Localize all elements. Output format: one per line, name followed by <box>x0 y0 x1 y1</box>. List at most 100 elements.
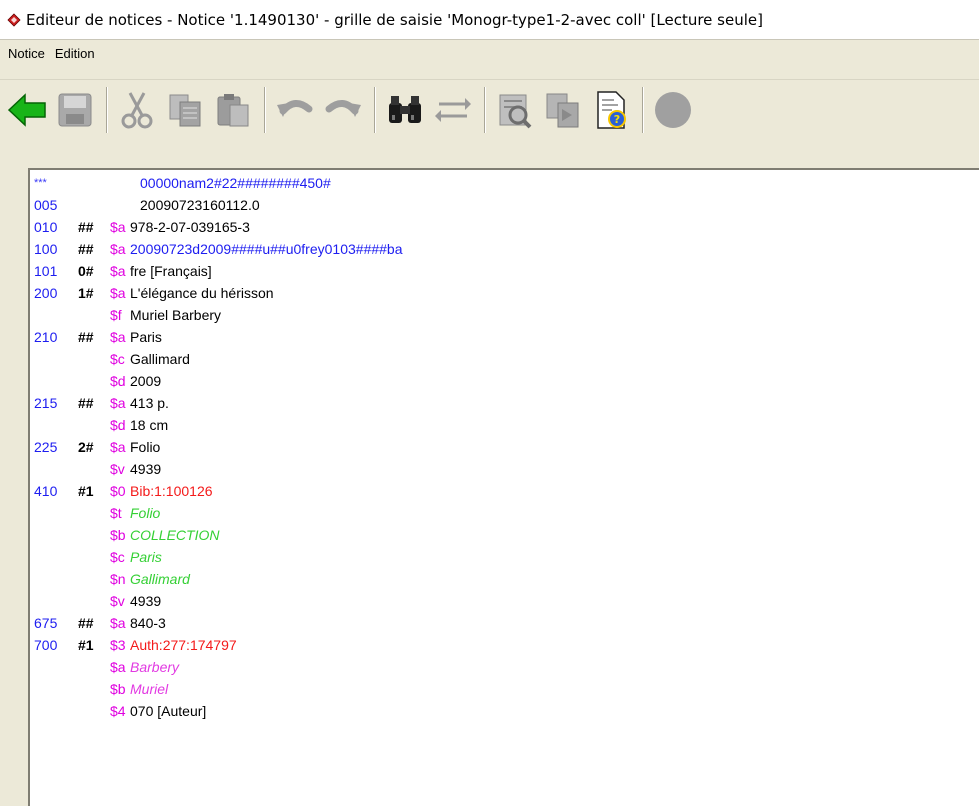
help-button[interactable]: ? <box>588 87 634 133</box>
subfield-value: 20090723d2009####u##u0frey0103####ba <box>130 241 403 257</box>
duplicate-icon <box>546 93 579 128</box>
menu-edition[interactable]: Edition <box>51 46 101 61</box>
subfield-code: $a <box>110 285 126 301</box>
replace-button[interactable] <box>430 87 476 133</box>
copy-button[interactable] <box>162 87 208 133</box>
field-indicators: ## <box>78 219 94 235</box>
duplicate-button[interactable] <box>540 87 586 133</box>
field-indicators: ## <box>78 329 94 345</box>
subfield-code: $0 <box>110 483 126 499</box>
leader-value: 00000nam2#22########450# <box>140 175 331 191</box>
field-tag: 410 <box>34 483 58 499</box>
redo-button[interactable] <box>320 87 366 133</box>
toolbar-separator <box>264 87 266 133</box>
toolbar-separator <box>374 87 376 133</box>
subfield-code: $a <box>110 263 126 279</box>
paste-button[interactable] <box>210 87 256 133</box>
field-indicators: #1 <box>78 637 94 653</box>
subfield-code: $c <box>110 549 125 565</box>
toolbar-separator <box>642 87 644 133</box>
field-tag: 200 <box>34 285 58 301</box>
subfield-code: $n <box>110 571 126 587</box>
subfield-value: 840-3 <box>130 615 166 631</box>
subfield-value: 2009 <box>130 373 162 389</box>
subfield-value: 070 [Auteur] <box>130 703 207 719</box>
window-title: Editeur de notices - Notice '1.1490130' … <box>26 10 763 29</box>
subfield-value: Muriel <box>130 681 169 697</box>
field-indicators: #1 <box>78 483 94 499</box>
subfield-value: Bib:1:100126 <box>130 483 213 499</box>
back-arrow-icon <box>7 93 46 127</box>
subfield-value: Gallimard <box>130 351 190 367</box>
replace-icon <box>435 98 471 122</box>
toolbar-separator <box>484 87 486 133</box>
menu-notice[interactable]: Notice <box>4 46 51 61</box>
menu-bar: Notice Edition <box>0 40 979 80</box>
cut-button[interactable] <box>114 87 160 133</box>
field-tag: 005 <box>34 197 58 213</box>
save-button[interactable] <box>52 87 98 133</box>
svg-text:?: ? <box>614 113 620 126</box>
subfield-code: $a <box>110 659 126 675</box>
view-button[interactable] <box>492 87 538 133</box>
title-bar: Editeur de notices - Notice '1.1490130' … <box>0 0 979 40</box>
subfield-code: $3 <box>110 637 126 653</box>
subfield-value: Gallimard <box>130 571 190 587</box>
view-icon <box>499 94 532 129</box>
field-tag: 010 <box>34 219 58 235</box>
field-tag: 100 <box>34 241 58 257</box>
subfield-value: 413 p. <box>130 395 169 411</box>
subfield-code: $a <box>110 241 126 257</box>
subfield-value: 18 cm <box>130 417 169 433</box>
field-indicators: 1# <box>78 285 94 301</box>
subfield-value: L'élégance du hérisson <box>130 285 274 301</box>
field-tag: 215 <box>34 395 58 411</box>
save-icon <box>58 93 92 127</box>
subfield-code: $v <box>110 593 125 609</box>
subfield-value: 4939 <box>130 461 162 477</box>
field-indicators: ## <box>78 241 94 257</box>
status-button[interactable] <box>650 87 696 133</box>
find-icon <box>389 96 421 123</box>
field-tag: 210 <box>34 329 58 345</box>
leader-tag: *** <box>34 177 47 189</box>
subfield-value: 4939 <box>130 593 162 609</box>
subfield-code: $t <box>110 505 122 521</box>
subfield-code: $a <box>110 395 126 411</box>
subfield-value: Paris <box>130 549 162 565</box>
subfield-value: fre [Français] <box>130 263 212 279</box>
subfield-code: $4 <box>110 703 126 719</box>
subfield-value: Folio <box>130 439 161 455</box>
cut-icon <box>121 92 153 129</box>
subfield-value: 20090723160112.0 <box>140 197 260 213</box>
field-tag: 101 <box>34 263 58 279</box>
subfield-code: $a <box>110 219 126 235</box>
subfield-code: $a <box>110 329 126 345</box>
subfield-code: $d <box>110 417 126 433</box>
undo-button[interactable] <box>272 87 318 133</box>
subfield-value: Auth:277:174797 <box>130 637 237 653</box>
field-indicators: ## <box>78 395 94 411</box>
find-button[interactable] <box>382 87 428 133</box>
field-indicators: 2# <box>78 439 94 455</box>
toolbar-separator <box>106 87 108 133</box>
paste-icon <box>217 94 249 127</box>
field-indicators: 0# <box>78 263 94 279</box>
subfield-value: Barbery <box>130 659 180 675</box>
subfield-code: $a <box>110 439 126 455</box>
subfield-value: Paris <box>130 329 162 345</box>
field-tag: 700 <box>34 637 58 653</box>
status-circle-icon <box>655 92 691 128</box>
field-tag: 225 <box>34 439 58 455</box>
app-icon <box>6 12 22 28</box>
subfield-value: Folio <box>130 505 161 521</box>
record-editor[interactable]: *** 00000nam2#22########450# 005 20090723… <box>28 168 979 806</box>
field-indicators: ## <box>78 615 94 631</box>
help-document-icon: ? <box>597 91 626 129</box>
toolbar: ? <box>0 80 979 140</box>
subfield-code: $v <box>110 461 125 477</box>
back-button[interactable] <box>4 87 50 133</box>
subfield-value: COLLECTION <box>130 527 220 543</box>
copy-icon <box>169 94 201 127</box>
field-tag: 675 <box>34 615 58 631</box>
